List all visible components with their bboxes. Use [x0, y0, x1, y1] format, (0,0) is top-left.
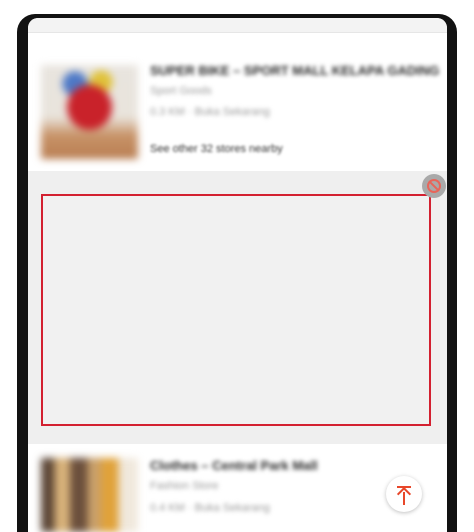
store-category: Fashion Store: [150, 480, 219, 492]
store-distance-status: 0.4 KM · Buka Sekarang: [150, 502, 270, 514]
ad-placeholder: [41, 194, 431, 426]
scroll-to-top-button[interactable]: [386, 476, 422, 512]
top-strip: [28, 18, 447, 33]
app-screen: SUPER BIKE – SPORT MALL KELAPA GADING Sp…: [28, 18, 447, 532]
store-card[interactable]: SUPER BIKE – SPORT MALL KELAPA GADING Sp…: [28, 33, 447, 171]
store-thumbnail[interactable]: [41, 65, 138, 159]
store-title: SUPER BIKE – SPORT MALL KELAPA GADING: [150, 63, 440, 78]
store-distance-status: 0.3 KM · Buka Sekarang: [150, 106, 270, 118]
store-card[interactable]: Clothes – Central Park Mall Fashion Stor…: [28, 444, 447, 532]
arrow-up-to-line-icon: [396, 486, 412, 502]
block-icon[interactable]: [422, 174, 446, 198]
store-title: Clothes – Central Park Mall: [150, 458, 318, 473]
store-thumbnail[interactable]: [41, 458, 138, 532]
store-category: Sport Goods: [150, 85, 212, 97]
nearby-stores-link[interactable]: See other 32 stores nearby: [150, 143, 283, 155]
